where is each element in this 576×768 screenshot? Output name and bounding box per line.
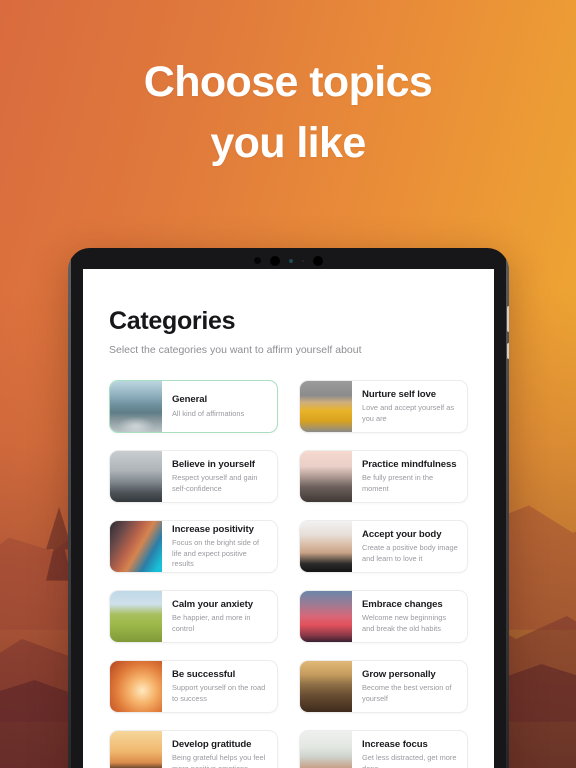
category-description: Focus on the bright side of life and exp… <box>172 538 260 569</box>
category-title: Calm your anxiety <box>172 598 253 610</box>
category-text: Nurture self love Love and accept yoursel… <box>352 381 467 432</box>
category-description: Respect yourself and gain self-confidenc… <box>172 473 258 493</box>
category-text: Accept your body Create a positive body i… <box>352 521 467 572</box>
camera-lens-icon <box>270 255 280 266</box>
category-title: Believe in yourself <box>172 458 255 470</box>
category-card[interactable]: Grow personally Become the best version o… <box>299 660 468 714</box>
category-thumbnail <box>110 661 162 713</box>
category-text: Calm your anxiety Be happier, and more in… <box>162 591 277 642</box>
category-card[interactable]: Embrace changes Welcome new beginnings an… <box>299 590 468 644</box>
category-card[interactable]: Develop gratitude Being grateful helps yo… <box>109 730 278 768</box>
category-text: Increase positivity Focus on the bright s… <box>162 521 277 572</box>
category-title: Grow personally <box>362 668 436 680</box>
categories-screen: Categories Select the categories you wan… <box>83 269 494 768</box>
category-description: Being grateful helps you feel more posit… <box>172 753 266 768</box>
category-description: Welcome new beginnings and break the old… <box>362 613 447 633</box>
category-card[interactable]: Nurture self love Love and accept yoursel… <box>299 380 468 434</box>
category-thumbnail <box>110 451 162 503</box>
category-title: General <box>172 394 208 406</box>
device-edge-highlight-left <box>68 248 71 768</box>
category-title: Increase positivity <box>172 523 254 535</box>
category-text: Be successful Support yourself on the roa… <box>162 661 277 712</box>
category-description: Create a positive body image and learn t… <box>362 543 458 563</box>
category-text: Believe in yourself Respect yourself and … <box>162 451 277 502</box>
category-thumbnail <box>300 381 352 433</box>
category-thumbnail <box>300 591 352 643</box>
category-grid: General All kind of affirmations Nurture s… <box>109 380 468 768</box>
category-card[interactable]: General All kind of affirmations <box>109 380 278 434</box>
category-card[interactable]: Increase positivity Focus on the bright s… <box>109 520 278 574</box>
tablet-device-frame: Categories Select the categories you wan… <box>68 248 509 768</box>
category-description: Get less distracted, get more done <box>362 753 457 768</box>
category-thumbnail <box>300 661 352 713</box>
category-description: Love and accept yourself as you are <box>362 403 455 423</box>
category-card[interactable]: Believe in yourself Respect yourself and … <box>109 450 278 504</box>
page-title: Categories <box>109 307 236 335</box>
category-text: Practice mindfulness Be fully present in … <box>352 451 467 502</box>
sensor-teal-icon <box>289 258 293 263</box>
sensor-tiny-icon <box>302 259 304 262</box>
category-card[interactable]: Accept your body Create a positive body i… <box>299 520 468 574</box>
volume-button[interactable] <box>507 306 509 332</box>
category-card[interactable]: Calm your anxiety Be happier, and more in… <box>109 590 278 644</box>
category-card[interactable]: Practice mindfulness Be fully present in … <box>299 450 468 504</box>
category-description: All kind of affirmations <box>172 408 245 418</box>
promo-headline: Choose topics you like <box>0 52 576 174</box>
category-description: Support yourself on the road to success <box>172 683 266 703</box>
category-text: Develop gratitude Being grateful helps yo… <box>162 731 277 768</box>
category-title: Nurture self love <box>362 388 437 400</box>
category-thumbnail <box>110 731 162 768</box>
promo-headline-line-1: Choose topics <box>143 58 433 106</box>
category-title: Practice mindfulness <box>362 458 457 470</box>
category-thumbnail <box>110 381 162 433</box>
category-description: Be happier, and more in control <box>172 613 251 633</box>
category-card[interactable]: Increase focus Get less distracted, get m… <box>299 730 468 768</box>
category-title: Develop gratitude <box>172 738 252 750</box>
category-title: Increase focus <box>362 738 428 750</box>
category-text: Embrace changes Welcome new beginnings an… <box>352 591 467 642</box>
category-thumbnail <box>300 731 352 768</box>
category-title: Be successful <box>172 668 236 680</box>
category-description: Become the best version of yourself <box>362 683 452 703</box>
camera-lens-icon <box>313 255 323 266</box>
power-button[interactable] <box>507 343 509 359</box>
category-thumbnail <box>300 521 352 573</box>
device-screen: Categories Select the categories you wan… <box>83 269 494 768</box>
category-title: Accept your body <box>362 528 442 540</box>
category-text: Increase focus Get less distracted, get m… <box>352 731 467 768</box>
category-card[interactable]: Be successful Support yourself on the roa… <box>109 660 278 714</box>
page-subtitle: Select the categories you want to affirm… <box>109 344 362 356</box>
promo-headline-line-2: you like <box>210 119 366 168</box>
category-thumbnail <box>110 591 162 643</box>
camera-dot-icon <box>254 257 261 264</box>
category-thumbnail <box>300 451 352 503</box>
category-description: Be fully present in the moment <box>362 473 434 493</box>
category-text: General All kind of affirmations <box>162 381 252 432</box>
category-thumbnail <box>110 521 162 573</box>
device-sensor-array <box>68 255 509 266</box>
category-text: Grow personally Become the best version o… <box>352 661 467 712</box>
category-title: Embrace changes <box>362 598 443 610</box>
